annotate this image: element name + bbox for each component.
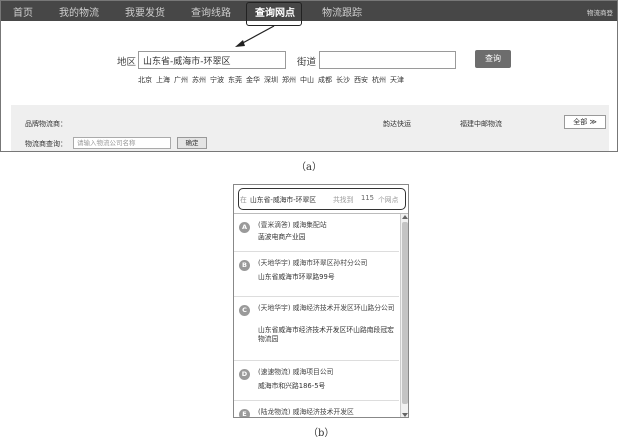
- show-all-button[interactable]: 全部 ≫: [564, 115, 606, 129]
- city-link[interactable]: 西安: [354, 75, 368, 85]
- search-area: 地区 山东省-威海市-环翠区 街道 查询 北京 上海 广州 苏州 宁波 东莞 金…: [1, 21, 617, 105]
- list-item[interactable]: A (壹米滴答) 威海集配站 菡波电商产业园: [234, 214, 399, 252]
- nav-my-logistics[interactable]: 我的物流: [59, 4, 99, 19]
- map-marker-icon: C: [239, 305, 250, 316]
- outlet-name[interactable]: (天地华宇) 威海市环翠区孙村分公司: [258, 259, 396, 268]
- scroll-up-arrow-icon[interactable]: [402, 215, 408, 219]
- brand-link-fujian-post[interactable]: 福建中邮物流: [460, 119, 502, 129]
- map-marker-icon: B: [239, 260, 250, 271]
- active-tab-highlight: [246, 2, 302, 26]
- city-link[interactable]: 宁波: [210, 75, 224, 85]
- city-link[interactable]: 上海: [156, 75, 170, 85]
- city-link[interactable]: 苏州: [192, 75, 206, 85]
- city-link[interactable]: 郑州: [282, 75, 296, 85]
- results-unit: 个网点: [378, 196, 399, 204]
- nav-tracking[interactable]: 物流跟踪: [322, 4, 362, 19]
- outlet-address: 山东省威海市经济技术开发区环山路南段冠宏物流园: [258, 326, 394, 343]
- caption-b: （b）: [308, 428, 335, 438]
- outlet-results-list: A (壹米滴答) 威海集配站 菡波电商产业园 B (天地华宇) 威海市环翠区孙村…: [234, 214, 399, 417]
- list-item[interactable]: E (陆龙物流) 威海经济技术开发区: [234, 401, 399, 417]
- street-label: 街道: [297, 57, 317, 68]
- brand-link-yunda[interactable]: 韵达快运: [383, 119, 411, 129]
- city-link[interactable]: 广州: [174, 75, 188, 85]
- outlet-address: 菡波电商产业园: [258, 233, 306, 241]
- results-summary-header: 在 山东省-威海市-环翠区 共找到 115 个网点: [238, 188, 406, 210]
- results-location: 山东省-威海市-环翠区: [250, 196, 317, 204]
- nav-home[interactable]: 首页: [13, 4, 33, 19]
- logistics-search-panel: 首页 我的物流 我要发货 查询线路 查询网点 物流跟踪 物流商登 地区 山东省-…: [0, 0, 618, 152]
- list-item[interactable]: C (天地华宇) 威海经济技术开发区环山路分公司 山东省威海市经济技术开发区环山…: [234, 297, 399, 361]
- city-link[interactable]: 北京: [138, 75, 152, 85]
- list-item[interactable]: B (天地华宇) 威海市环翠区孙村分公司 山东省威海市环翠路99号: [234, 252, 399, 297]
- confirm-button[interactable]: 确定: [177, 137, 207, 149]
- city-link[interactable]: 深圳: [264, 75, 278, 85]
- city-link[interactable]: 天津: [390, 75, 404, 85]
- map-marker-icon: E: [239, 409, 250, 417]
- area-label: 地区: [117, 57, 137, 68]
- provider-login-link[interactable]: 物流商登: [587, 7, 613, 17]
- nav-ship[interactable]: 我要发货: [125, 4, 165, 19]
- query-button[interactable]: 查询: [475, 50, 511, 68]
- scrollbar-thumb[interactable]: [402, 222, 408, 404]
- company-name-input[interactable]: 请输入物流公司名称: [73, 137, 171, 149]
- map-marker-icon: D: [239, 369, 250, 380]
- scroll-down-arrow-icon[interactable]: [402, 413, 408, 417]
- city-link[interactable]: 金华: [246, 75, 260, 85]
- map-marker-icon: A: [239, 222, 250, 233]
- city-link[interactable]: 成都: [318, 75, 332, 85]
- brand-label: 品牌物流商：: [25, 120, 67, 128]
- city-link[interactable]: 杭州: [372, 75, 386, 85]
- results-scrollbar[interactable]: [400, 214, 408, 417]
- results-found-label: 共找到: [333, 196, 354, 204]
- area-input[interactable]: 山东省-威海市-环翠区: [138, 51, 286, 69]
- city-link[interactable]: 东莞: [228, 75, 242, 85]
- city-link[interactable]: 中山: [300, 75, 314, 85]
- search-results-panel: 在 山东省-威海市-环翠区 共找到 115 个网点 A (壹米滴答) 威海集配站…: [233, 184, 409, 418]
- outlet-name[interactable]: (壹米滴答) 威海集配站: [258, 221, 396, 230]
- list-item[interactable]: D (速速物流) 威海项目公司 威海市和兴路186-5号: [234, 361, 399, 401]
- outlet-name[interactable]: (速速物流) 威海项目公司: [258, 368, 396, 377]
- city-shortcut-list: 北京 上海 广州 苏州 宁波 东莞 金华 深圳 郑州 中山 成都 长沙 西安 杭…: [138, 75, 404, 85]
- outlet-name[interactable]: (天地华宇) 威海经济技术开发区环山路分公司: [258, 304, 396, 313]
- provider-query-label: 物流商查询：: [25, 140, 67, 148]
- nav-query-routes[interactable]: 查询线路: [191, 4, 231, 19]
- provider-filter-area: 品牌物流商： 韵达快运 福建中邮物流 全部 ≫ 物流商查询： 请输入物流公司名称…: [11, 105, 609, 151]
- outlet-name[interactable]: (陆龙物流) 威海经济技术开发区: [258, 408, 396, 417]
- top-navigation-bar: 首页 我的物流 我要发货 查询线路 查询网点 物流跟踪 物流商登: [1, 1, 617, 21]
- caption-a: （a）: [296, 162, 322, 173]
- results-prefix: 在: [240, 196, 247, 204]
- street-input[interactable]: [319, 51, 456, 69]
- results-count: 115: [361, 194, 374, 202]
- outlet-address: 山东省威海市环翠路99号: [258, 273, 335, 281]
- outlet-address: 威海市和兴路186-5号: [258, 382, 326, 390]
- city-link[interactable]: 长沙: [336, 75, 350, 85]
